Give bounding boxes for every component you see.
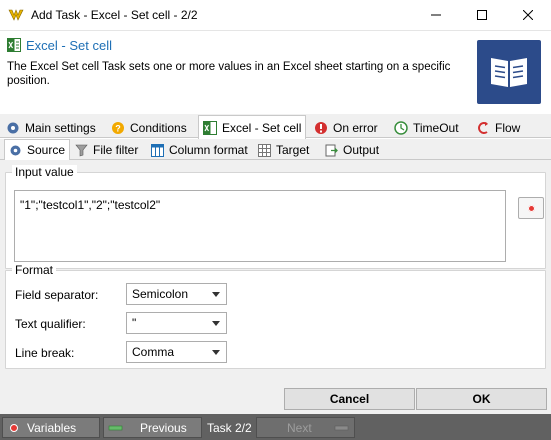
tab-label: Target bbox=[276, 143, 310, 157]
tab-excel-set-cell[interactable]: Excel - Set cell bbox=[198, 115, 307, 139]
tab-source[interactable]: Source bbox=[4, 139, 71, 160]
variables-icon bbox=[10, 423, 18, 432]
gear-icon bbox=[7, 122, 19, 133]
sub-tab-bar: Source File filter Column format Target … bbox=[0, 139, 551, 160]
dialog-footer: Cancel OK bbox=[0, 382, 551, 414]
gear-icon bbox=[10, 145, 21, 155]
status-bar: Variables Previous Task 2/2 Next bbox=[0, 414, 551, 440]
task-title: Excel - Set cell bbox=[26, 38, 112, 53]
excel-icon bbox=[7, 38, 21, 52]
record-button[interactable] bbox=[518, 197, 544, 219]
format-group: Format Field separator: Semicolon Text q… bbox=[5, 263, 546, 369]
tab-target[interactable]: Target bbox=[258, 141, 309, 159]
tab-label: Excel - Set cell bbox=[222, 120, 302, 135]
minimize-icon bbox=[431, 14, 441, 16]
tab-main-settings[interactable]: Main settings bbox=[6, 117, 96, 138]
arrow-right-icon bbox=[334, 425, 348, 430]
tab-content: Input value "1";"testcol1","2";"testcol2… bbox=[0, 160, 551, 382]
flow-icon bbox=[478, 121, 488, 134]
task-counter: Task 2/2 bbox=[207, 421, 252, 435]
text-qualifier-label: Text qualifier: bbox=[15, 317, 86, 331]
tab-label: TimeOut bbox=[413, 120, 459, 135]
tab-label: Source bbox=[27, 143, 66, 157]
tab-label: File filter bbox=[93, 143, 139, 157]
text-qualifier-select[interactable]: " bbox=[126, 312, 227, 334]
output-icon bbox=[325, 144, 338, 156]
tab-column-format[interactable]: Column format bbox=[151, 141, 248, 159]
title-bar: Add Task - Excel - Set cell - 2/2 bbox=[0, 0, 551, 31]
line-break-select[interactable]: Comma bbox=[126, 341, 227, 363]
text-qualifier-value: " bbox=[132, 316, 137, 330]
variables-button[interactable]: Variables bbox=[2, 417, 100, 438]
question-icon: ? bbox=[112, 121, 124, 134]
tab-output[interactable]: Output bbox=[325, 141, 379, 159]
book-icon bbox=[477, 40, 541, 104]
ok-button[interactable]: OK bbox=[416, 388, 547, 410]
minimize-button[interactable] bbox=[413, 0, 459, 30]
filter-icon bbox=[75, 144, 88, 156]
tab-label: Column format bbox=[169, 143, 248, 157]
input-value-group: Input value "1";"testcol1","2";"testcol2… bbox=[5, 165, 546, 269]
record-icon bbox=[527, 204, 535, 212]
chevron-down-icon bbox=[212, 321, 220, 326]
maximize-button[interactable] bbox=[459, 0, 505, 30]
chevron-down-icon bbox=[212, 350, 220, 355]
excel-icon bbox=[203, 120, 217, 135]
variables-label: Variables bbox=[27, 420, 77, 435]
window-title: Add Task - Excel - Set cell - 2/2 bbox=[31, 8, 198, 22]
cancel-button[interactable]: Cancel bbox=[284, 388, 415, 410]
app-logo-icon bbox=[8, 9, 24, 21]
field-separator-select[interactable]: Semicolon bbox=[126, 283, 227, 305]
close-button[interactable] bbox=[505, 0, 551, 30]
table-icon bbox=[258, 143, 271, 157]
chevron-down-icon bbox=[212, 292, 220, 297]
input-value-legend: Input value bbox=[12, 165, 77, 179]
tab-file-filter[interactable]: File filter bbox=[75, 141, 138, 159]
field-separator-value: Semicolon bbox=[132, 287, 189, 301]
previous-label: Previous bbox=[140, 420, 187, 435]
arrow-left-icon bbox=[108, 425, 123, 430]
next-label: Next bbox=[287, 420, 312, 435]
next-button[interactable]: Next bbox=[256, 417, 355, 438]
task-header: Excel - Set cell The Excel Set cell Task… bbox=[0, 31, 551, 111]
tab-label: Flow bbox=[495, 120, 521, 135]
tab-label: On error bbox=[333, 120, 378, 135]
tab-on-error[interactable]: On error bbox=[314, 117, 378, 138]
error-icon bbox=[315, 121, 327, 134]
line-break-label: Line break: bbox=[15, 346, 75, 360]
tab-label: Output bbox=[343, 143, 380, 157]
timeout-icon bbox=[394, 120, 408, 135]
close-icon bbox=[523, 10, 533, 20]
tab-label: Main settings bbox=[25, 120, 96, 135]
format-legend: Format bbox=[12, 263, 57, 277]
field-separator-label: Field separator: bbox=[15, 288, 99, 302]
tab-timeout[interactable]: TimeOut bbox=[394, 117, 459, 138]
column-icon bbox=[151, 143, 164, 157]
previous-button[interactable]: Previous bbox=[103, 417, 202, 438]
maximize-icon bbox=[477, 10, 487, 20]
tab-label: Conditions bbox=[130, 120, 187, 135]
task-description: The Excel Set cell Task sets one or more… bbox=[7, 61, 451, 87]
tab-conditions[interactable]: ? Conditions bbox=[111, 117, 187, 138]
svg-text:?: ? bbox=[115, 123, 121, 133]
main-tab-bar: Main settings ? Conditions Excel - Set c… bbox=[0, 114, 551, 139]
tab-flow[interactable]: Flow bbox=[476, 117, 520, 138]
input-value-textarea[interactable]: "1";"testcol1","2";"testcol2" bbox=[14, 190, 506, 262]
line-break-value: Comma bbox=[132, 345, 175, 359]
